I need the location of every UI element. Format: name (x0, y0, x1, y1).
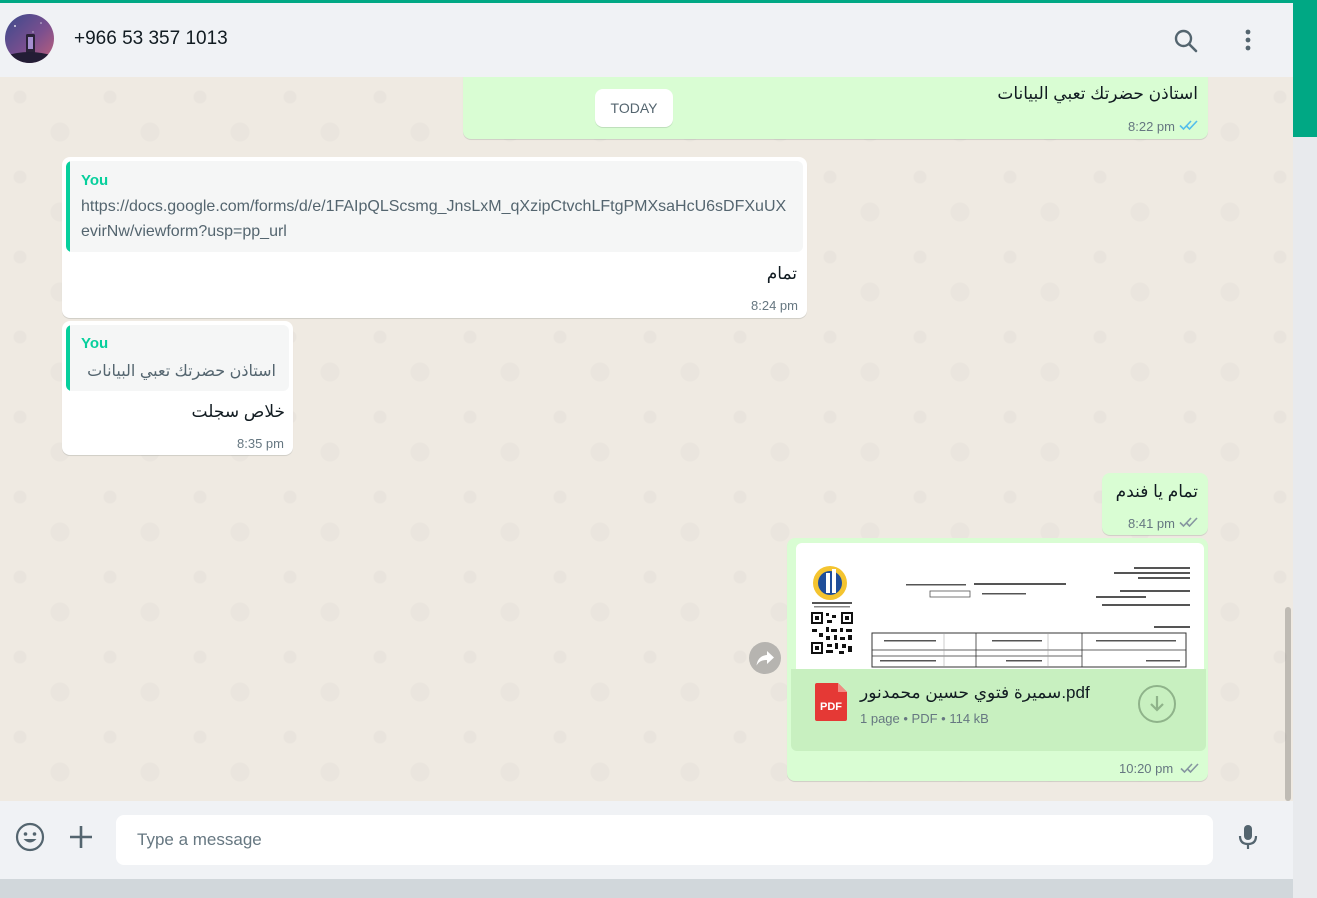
forward-button[interactable] (749, 642, 781, 674)
delivered-ticks-icon (1180, 763, 1199, 774)
chat-header: +966 53 357 1013 (0, 3, 1293, 77)
message-time: 8:41 pm (1128, 516, 1175, 531)
message-text: خلاص سجلت (191, 402, 285, 421)
message-composer (0, 801, 1293, 879)
message-input[interactable] (116, 815, 1213, 865)
message-bubble[interactable]: استاذن حضرتك تعبي البيانات 8:22 pm (463, 77, 1208, 139)
document-text-lines (906, 567, 1190, 628)
message-time: 8:24 pm (751, 298, 798, 313)
document-qr (810, 611, 854, 655)
quoted-message[interactable]: You https://docs.google.com/forms/d/e/1F… (66, 161, 803, 252)
message-time: 10:20 pm (1119, 761, 1174, 776)
quote-author: You (81, 335, 109, 352)
chat-scrollbar[interactable] (1285, 607, 1291, 801)
contact-avatar[interactable] (5, 14, 54, 63)
chat-window: +966 53 357 1013 استاذن حضرتك تعبي البيا… (0, 3, 1293, 879)
download-icon (1150, 696, 1164, 712)
pdf-badge: PDF (820, 701, 842, 713)
document-name: سميرة فتوي حسين محمدنور.pdf (860, 683, 1090, 702)
message-text: تمام يا فندم (1115, 482, 1198, 501)
document-details: 1 page • PDF • 114 kB (860, 711, 989, 726)
plus-icon[interactable] (65, 821, 97, 853)
delivered-ticks-icon (1179, 517, 1198, 528)
document-logo (812, 566, 852, 608)
forward-icon (756, 651, 774, 666)
message-bubble[interactable]: You استاذن حضرتك تعبي البيانات خلاص سجلت… (62, 321, 293, 455)
pdf-file-icon: PDF (815, 683, 847, 721)
quote-text-line: evirNw/viewform?usp=pp_url (81, 223, 287, 240)
message-bubble[interactable]: You https://docs.google.com/forms/d/e/1F… (62, 157, 807, 318)
document-size: 114 kB (949, 711, 989, 726)
read-ticks-icon (1179, 120, 1198, 131)
message-time: 8:22 pm (1128, 119, 1175, 134)
message-time: 8:35 pm (237, 436, 284, 451)
menu-dots-icon[interactable] (1234, 27, 1262, 55)
document-table (871, 632, 1187, 668)
date-divider: TODAY (595, 89, 673, 127)
quote-text: استاذن حضرتك تعبي البيانات (87, 363, 276, 380)
window-edge-accent (1293, 0, 1317, 137)
download-button[interactable] (1138, 685, 1176, 723)
document-type: PDF (911, 711, 938, 726)
message-text: استاذن حضرتك تعبي البيانات (997, 84, 1198, 103)
contact-name[interactable]: +966 53 357 1013 (74, 28, 228, 50)
search-icon[interactable] (1172, 27, 1200, 55)
document-pages: 1 page (860, 711, 900, 726)
message-text: تمام (766, 264, 797, 283)
quote-text-line: https://docs.google.com/forms/d/e/1FAIpQ… (81, 198, 787, 215)
quote-bar (66, 161, 70, 252)
document-preview[interactable] (796, 543, 1204, 669)
message-list[interactable]: استاذن حضرتك تعبي البيانات 8:22 pm TODAY… (0, 77, 1293, 801)
document-info[interactable]: PDF سميرة فتوي حسين محمدنور.pdf 1 page •… (791, 669, 1206, 751)
message-bubble[interactable]: تمام يا فندم 8:41 pm (1102, 473, 1208, 535)
emoji-icon[interactable] (14, 821, 46, 853)
quoted-message[interactable]: You استاذن حضرتك تعبي البيانات (66, 325, 289, 391)
microphone-icon[interactable] (1232, 821, 1264, 853)
quote-bar (66, 325, 70, 391)
quote-author: You (81, 172, 109, 189)
